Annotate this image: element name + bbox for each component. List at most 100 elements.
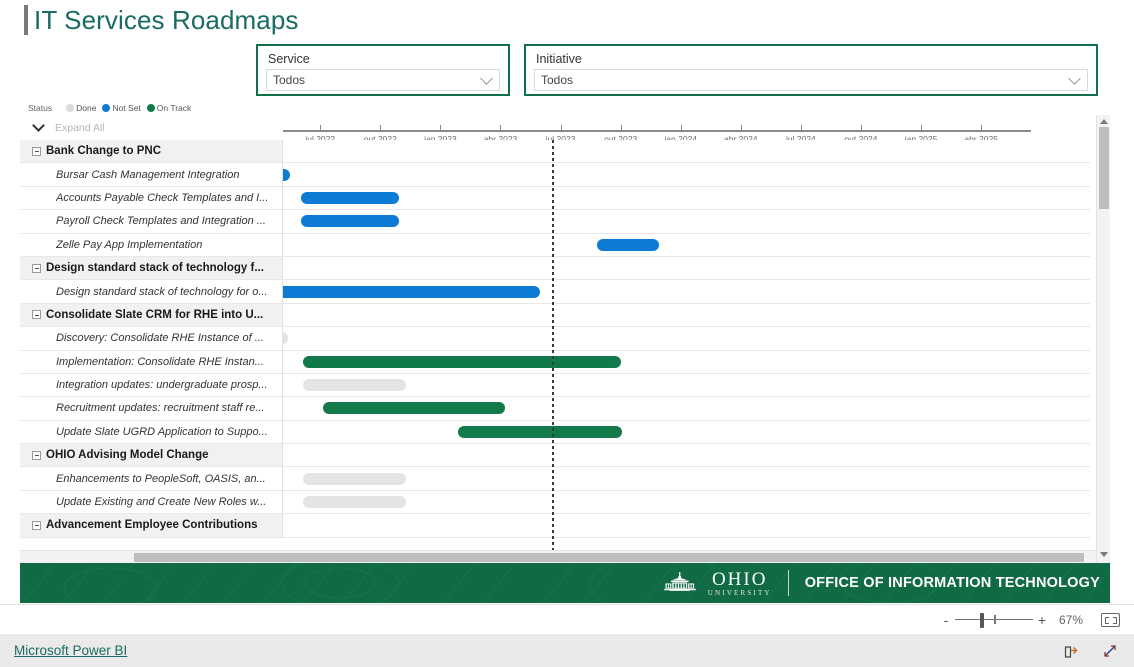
gantt-row-label-cell[interactable]: Design standard stack of technology f... xyxy=(20,256,283,280)
zoom-slider-handle[interactable] xyxy=(980,612,984,628)
collapse-toggle-icon[interactable] xyxy=(32,310,41,320)
gantt-bar[interactable] xyxy=(303,472,406,485)
slicer-initiative-dropdown[interactable]: Todos xyxy=(534,69,1088,91)
gantt-bar[interactable] xyxy=(458,425,622,438)
gantt-task-row[interactable]: Discovery: Consolidate RHE Instance of .… xyxy=(20,327,1090,351)
gantt-row-label-cell[interactable]: Bank Change to PNC xyxy=(20,140,283,163)
gantt-row-label-cell[interactable]: Design standard stack of technology for … xyxy=(20,280,283,303)
zoom-in-button[interactable]: + xyxy=(1035,612,1049,628)
collapse-toggle-icon[interactable] xyxy=(32,450,41,460)
gantt-bar-cell xyxy=(283,421,1090,443)
gantt-group-row[interactable]: Design standard stack of technology f... xyxy=(20,256,1090,281)
gantt-row-label-cell[interactable]: Advancement Employee Contributions xyxy=(20,514,283,537)
legend-item-on-track[interactable]: On Track xyxy=(146,103,191,113)
gantt-task-row[interactable]: Accounts Payable Check Templates and I..… xyxy=(20,186,1090,211)
gantt-row-label-cell[interactable]: Discovery: Consolidate RHE Instance of .… xyxy=(20,327,283,350)
gantt-row-label-cell[interactable]: Update Existing and Create New Roles w..… xyxy=(20,490,283,514)
gantt-bar[interactable] xyxy=(301,215,399,228)
gantt-group-row[interactable]: OHIO Advising Model Change xyxy=(20,444,1090,468)
scroll-up-icon[interactable] xyxy=(1100,119,1108,124)
gantt-bar[interactable] xyxy=(323,402,505,415)
gantt-group-row[interactable]: Consolidate Slate CRM for RHE into U... xyxy=(20,303,1090,328)
gantt-task-row[interactable]: Update Slate UGRD Application to Suppo..… xyxy=(20,420,1090,445)
gantt-row-label-cell[interactable]: Enhancements to PeopleSoft, OASIS, an... xyxy=(20,467,283,490)
legend-swatch-not-set xyxy=(102,104,111,112)
gantt-task-row[interactable]: Design standard stack of technology for … xyxy=(20,280,1090,304)
vertical-scrollbar[interactable] xyxy=(1096,115,1110,563)
legend-item-not-set[interactable]: Not Set xyxy=(102,103,141,113)
gantt-row-label-cell[interactable]: Payroll Check Templates and Integration … xyxy=(20,210,283,233)
scroll-down-icon[interactable] xyxy=(1100,552,1108,557)
horizontal-scrollbar[interactable] xyxy=(20,550,1096,563)
collapse-toggle-icon[interactable] xyxy=(32,146,41,156)
gantt-group-label: Bank Change to PNC xyxy=(46,145,162,158)
axis-tick xyxy=(800,125,802,132)
axis-line xyxy=(283,130,1031,132)
footer-unit-name: OFFICE OF INFORMATION TECHNOLOGY xyxy=(804,575,1100,591)
gantt-bar[interactable] xyxy=(597,238,659,251)
gantt-row-label-cell[interactable]: Zelle Pay App Implementation xyxy=(20,233,283,256)
fit-to-page-icon[interactable] xyxy=(1101,612,1120,627)
chevron-down-icon[interactable] xyxy=(32,119,45,132)
gantt-row-label-cell[interactable]: Accounts Payable Check Templates and I..… xyxy=(20,186,283,210)
horizontal-scroll-thumb[interactable] xyxy=(134,553,1084,562)
gantt-task-row[interactable]: Integration updates: undergraduate prosp… xyxy=(20,373,1090,398)
legend-item-done[interactable]: Done xyxy=(66,103,96,113)
collapse-toggle-icon[interactable] xyxy=(32,263,41,273)
gantt-task-row[interactable]: Recruitment updates: recruitment staff r… xyxy=(20,397,1090,421)
gantt-bar-cell xyxy=(283,140,1090,162)
gantt-bar[interactable] xyxy=(303,379,406,392)
gantt-group-row[interactable]: Advancement Employee Contributions xyxy=(20,514,1090,538)
gantt-task-label: Zelle Pay App Implementation xyxy=(56,238,203,251)
slicer-service[interactable]: Service Todos xyxy=(256,44,510,96)
axis-tick xyxy=(680,125,682,132)
gantt-group-label: Advancement Employee Contributions xyxy=(46,519,258,532)
gantt-bar[interactable] xyxy=(283,332,288,345)
zoom-out-button[interactable]: - xyxy=(939,612,953,628)
share-icon[interactable] xyxy=(1062,642,1079,659)
slicer-service-dropdown[interactable]: Todos xyxy=(266,69,500,91)
vertical-scroll-thumb[interactable] xyxy=(1099,127,1109,209)
gantt-task-label: Implementation: Consolidate RHE Instan..… xyxy=(56,355,264,368)
chevron-down-icon[interactable] xyxy=(480,72,493,85)
slicer-initiative[interactable]: Initiative Todos xyxy=(524,44,1098,96)
status-legend: Status Done Not Set On Track xyxy=(28,103,191,113)
gantt-row-label-cell[interactable]: Recruitment updates: recruitment staff r… xyxy=(20,397,283,420)
fullscreen-icon[interactable] xyxy=(1101,642,1118,659)
gantt-bar[interactable] xyxy=(301,191,399,204)
status-bar: Microsoft Power BI xyxy=(0,634,1134,667)
microsoft-power-bi-link[interactable]: Microsoft Power BI xyxy=(14,643,127,658)
gantt-row-label-cell[interactable]: OHIO Advising Model Change xyxy=(20,444,283,467)
gantt-group-row[interactable]: Bank Change to PNC xyxy=(20,140,1090,164)
gantt-row-label-cell[interactable]: Update Slate UGRD Application to Suppo..… xyxy=(20,420,283,444)
gantt-task-label: Discovery: Consolidate RHE Instance of .… xyxy=(56,332,264,345)
chevron-down-icon[interactable] xyxy=(1068,72,1081,85)
gantt-task-label: Enhancements to PeopleSoft, OASIS, an... xyxy=(56,472,266,485)
gantt-bar-cell xyxy=(283,514,1090,536)
gantt-row-label-cell[interactable]: Integration updates: undergraduate prosp… xyxy=(20,373,283,397)
gantt-task-row[interactable]: Enhancements to PeopleSoft, OASIS, an... xyxy=(20,467,1090,491)
gantt-row-label-cell[interactable]: Implementation: Consolidate RHE Instan..… xyxy=(20,350,283,373)
gantt-bar-cell xyxy=(283,163,1090,185)
gantt-group-label: OHIO Advising Model Change xyxy=(46,449,209,462)
gantt-bar-cell xyxy=(283,280,1090,302)
gantt-task-row[interactable]: Bursar Cash Management Integration xyxy=(20,163,1090,187)
gantt-chart-visual[interactable]: Expand All jul 2022 out 2022 jan 2023 abr 2… xyxy=(20,115,1110,565)
zoom-slider[interactable] xyxy=(955,612,1033,628)
gantt-bar[interactable] xyxy=(283,285,540,298)
page-title: IT Services Roadmaps xyxy=(24,2,299,38)
axis-tick xyxy=(320,125,322,132)
collapse-toggle-icon[interactable] xyxy=(32,520,41,530)
gantt-bar[interactable] xyxy=(303,496,406,509)
gantt-row-label-cell[interactable]: Bursar Cash Management Integration xyxy=(20,163,283,186)
gantt-task-row[interactable]: Update Existing and Create New Roles w..… xyxy=(20,490,1090,515)
axis-tick xyxy=(380,125,382,132)
status-bar-icons xyxy=(1062,642,1118,659)
gantt-bar[interactable] xyxy=(283,168,290,181)
gantt-row-label-cell[interactable]: Consolidate Slate CRM for RHE into U... xyxy=(20,303,283,327)
slicer-service-value: Todos xyxy=(273,73,306,87)
gantt-bar[interactable] xyxy=(303,355,621,368)
gantt-task-row[interactable]: Implementation: Consolidate RHE Instan..… xyxy=(20,350,1090,374)
gantt-task-row[interactable]: Zelle Pay App Implementation xyxy=(20,233,1090,257)
gantt-task-row[interactable]: Payroll Check Templates and Integration … xyxy=(20,210,1090,234)
